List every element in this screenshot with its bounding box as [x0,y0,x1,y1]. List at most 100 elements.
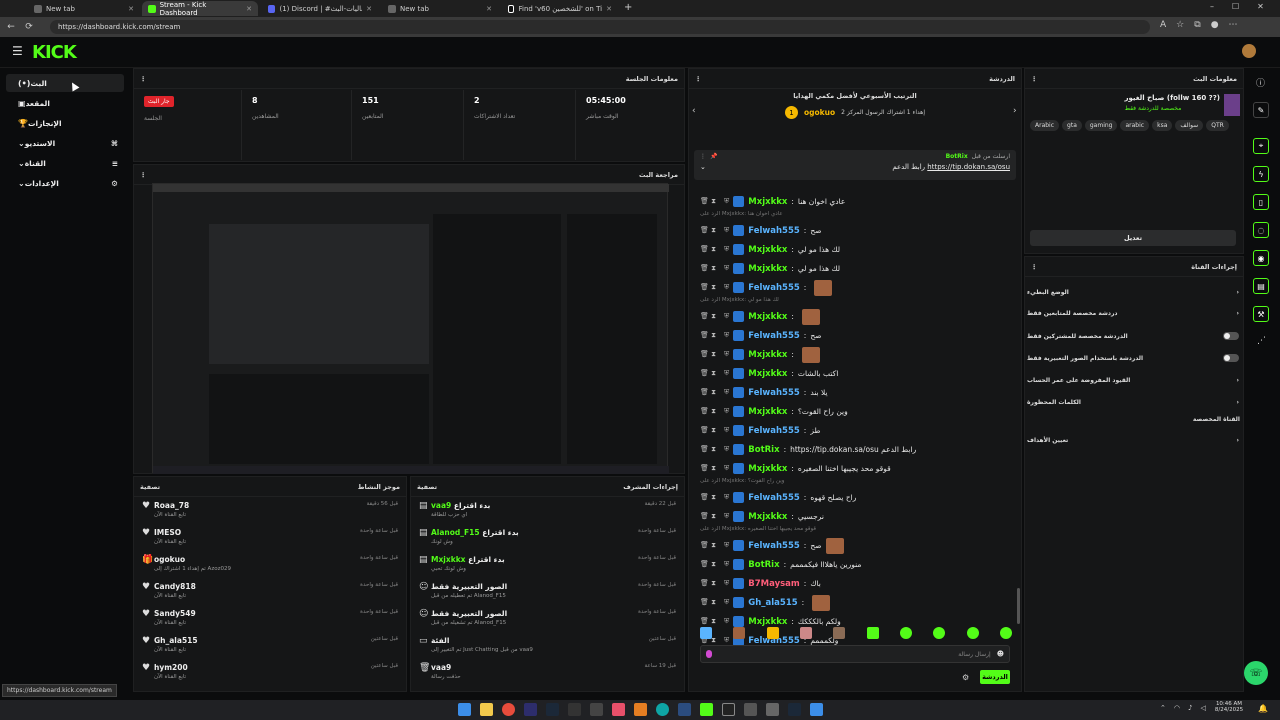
list-item[interactable]: ▭ الفئة تم التغيير إلى Just Chatting من قب… [411,633,684,659]
maximize-icon[interactable]: ☐ [1232,2,1239,11]
avatar[interactable] [1242,44,1256,58]
support-chat-button[interactable]: ☏ [1244,661,1268,685]
list-item[interactable]: ▤ vaa9 بدء اقتراع اي حزب للطاقة قبل 22 دقيق… [411,498,684,524]
emote-icon[interactable] [833,627,846,639]
chevron-left-icon[interactable]: ‹ [692,106,696,116]
emote-icon[interactable] [766,627,779,639]
close-icon[interactable]: ✕ [246,5,252,13]
clip-icon[interactable]: ⌖ [1253,138,1269,154]
obs-icon[interactable] [722,703,735,716]
chat-username[interactable]: Mxjxkkx [748,464,787,474]
chat-message[interactable]: 🗑 ⧗ ⛨ Mxjxkkx: وين راح القوت؟ [700,402,1020,421]
app-icon[interactable] [678,703,691,716]
profile-icon[interactable]: ● [1211,20,1219,30]
sidebar-item-stream[interactable]: البث (•) [6,74,124,92]
leader-name[interactable]: ogokuo [804,108,835,117]
app-icon[interactable] [766,703,779,716]
app-icon[interactable] [810,703,823,716]
list-item[interactable]: 🎁 ogokuo تم إهداء 1 اشتراك إلى Azoz029 قبل … [134,552,406,578]
edge-icon[interactable] [656,703,669,716]
chat-message[interactable]: 🗑 ⧗ ⛨ Mxjxkkx: قوقو محد يجيبها اختنا الصغير… [700,459,1020,478]
mod-controls-icon[interactable]: 🗑 ⧗ [700,407,720,416]
chat-message[interactable]: 🗑 ⧗ ⛨ Mxjxkkx: نرجسيي [700,507,1020,526]
volume-icon[interactable]: ◁ [1200,704,1205,712]
list-item[interactable]: ♥ Sandy549 تابع القناة الآن قبل ساعة واحدة [134,606,406,632]
tag[interactable]: QTR [1206,120,1229,131]
kick-app-icon[interactable] [700,703,713,716]
setting-account-age[interactable]: القيود المفروضة على عمر الحساب › [1027,370,1239,390]
tag[interactable]: ksa [1152,120,1173,131]
chat-message[interactable]: 🗑 ⧗ ⛨ Mxjxkkx: عادي اخوان هنا [700,192,1020,211]
menu-icon[interactable]: ☰ [12,44,23,58]
clock[interactable]: 10:46 AM 8/24/2025 [1212,701,1246,713]
chat-username[interactable]: Felwah555 [748,226,800,236]
filter-button[interactable]: تصفية [417,483,437,491]
list-item[interactable]: ▤ Alanod_F15 بدء اقتراع وش لونك قبل ساعة وا… [411,525,684,551]
mod-controls-icon[interactable]: 🗑 ⧗ [700,197,720,206]
list-item[interactable]: ♥ Candy818 تابع القناة الآن قبل ساعة واحدة [134,579,406,605]
emote-icon[interactable] [700,627,712,639]
emoji-picker-icon[interactable]: ☻ [997,650,1004,658]
chat-bubble-icon[interactable]: ◌ [1253,222,1269,238]
chat-username[interactable]: BotRix [748,445,779,455]
emote-icon[interactable] [933,627,946,639]
browser-tab-5[interactable]: Find 'v60 للشخصين' on TikTok | Ti ✕ [502,1,618,16]
chat-username[interactable]: Felwah555 [748,493,800,503]
mod-controls-icon[interactable]: 🗑 ⧗ [700,493,720,502]
mod-controls-icon[interactable]: 🗑 ⧗ [700,445,720,454]
list-item[interactable]: ☺ الصور التعبيرية فقط تم تعطيله من قبل Ala… [411,579,684,605]
more-icon[interactable]: ⋮ [140,75,147,83]
chat-username[interactable]: Mxjxkkx [748,512,787,522]
share-icon[interactable]: ⋰ [1257,336,1266,346]
chat-scrollbar[interactable] [1017,588,1020,624]
more-icon[interactable]: ⋮ [700,153,706,160]
chat-message[interactable]: 🗑 ⧗ ⛨ Felwah555: طز [700,421,1020,440]
list-item[interactable]: ▤ Mxjxkkx بدء اقتراع وش لونك تحبي قبل ساعة … [411,552,684,578]
chevron-right-icon[interactable]: › [1013,106,1017,116]
chat-username[interactable]: Mxjxkkx [748,617,787,627]
chat-username[interactable]: Mxjxkkx [748,197,787,207]
chat-username[interactable]: Mxjxkkx [748,245,787,255]
tag[interactable]: arabic [1120,120,1150,131]
edit-stream-button[interactable]: تعديل [1030,230,1236,246]
mod-controls-icon[interactable]: 🗑 ⧗ [700,245,720,254]
back-icon[interactable]: ← [4,20,18,34]
chat-message[interactable]: 🗑 ⧗ ⛨ Mxjxkkx: لك هذا مو لي [700,240,1020,259]
list-item[interactable]: ♥ IMESO تابع القناة الآن قبل ساعة واحدة [134,525,406,551]
chat-input[interactable]: إرسال رسالة ☻ [700,645,1010,663]
chat-message[interactable]: 🗑 ⧗ ⛨ Mxjxkkx: [700,307,1020,326]
document-icon[interactable]: ▯ [1253,194,1269,210]
reload-icon[interactable]: ⟳ [22,20,36,34]
chat-username[interactable]: Mxjxkkx [748,350,787,360]
chat-username[interactable]: Felwah555 [748,331,800,341]
sidebar-item-seat[interactable]: المقعد ▣ [6,94,124,112]
chat-message[interactable]: 🗑 ⧗ ⛨ B7Maysam: باك [700,574,1020,593]
send-chat-button[interactable]: الدردشة [980,670,1010,684]
sidebar-item-settings[interactable]: ⚙ الإعدادات ⌄ [6,174,124,192]
chat-username[interactable]: Mxjxkkx [748,369,787,379]
stream-preview-video[interactable] [152,183,669,474]
list-item[interactable]: ♥ Gh_ala515 تابع القناة الآن قبل ساعتين [134,633,406,659]
tag[interactable]: Arabic [1030,120,1060,131]
collections-icon[interactable]: ⧉ [1194,20,1200,30]
mod-controls-icon[interactable]: 🗑 ⧗ [700,512,720,521]
poll-icon[interactable]: ▤ [1253,278,1269,294]
steam-icon[interactable] [788,703,801,716]
chat-username[interactable]: B7Maysam [748,579,800,589]
sidebar-item-channel[interactable]: ≡ القناة ⌄ [6,154,124,172]
chevron-up-icon[interactable]: ⌃ [1160,704,1166,712]
mod-controls-icon[interactable]: 🗑 ⧗ [700,426,720,435]
chat-username[interactable]: Felwah555 [748,283,800,293]
setting-goals[interactable]: تعيين الأهداف › [1027,430,1239,450]
mod-controls-icon[interactable]: 🗑 ⧗ [700,369,720,378]
chat-message[interactable]: 🗑 ⧗ ⛨ Felwah555: راح يصلح قهوه [700,488,1020,507]
chat-username[interactable]: Felwah555 [748,426,800,436]
app-icon[interactable] [612,703,625,716]
mod-controls-icon[interactable]: 🗑 ⧗ [700,560,720,569]
app-icon[interactable] [590,703,603,716]
chat-message[interactable]: 🗑 ⧗ ⛨ Felwah555: [700,278,1020,297]
mod-controls-icon[interactable]: 🗑 ⧗ [700,464,720,473]
close-icon[interactable]: ✕ [606,5,612,13]
chat-message[interactable]: 🗑 ⧗ ⛨ Felwah555: صح [700,536,1020,555]
kick-logo[interactable]: KICK [32,42,77,63]
